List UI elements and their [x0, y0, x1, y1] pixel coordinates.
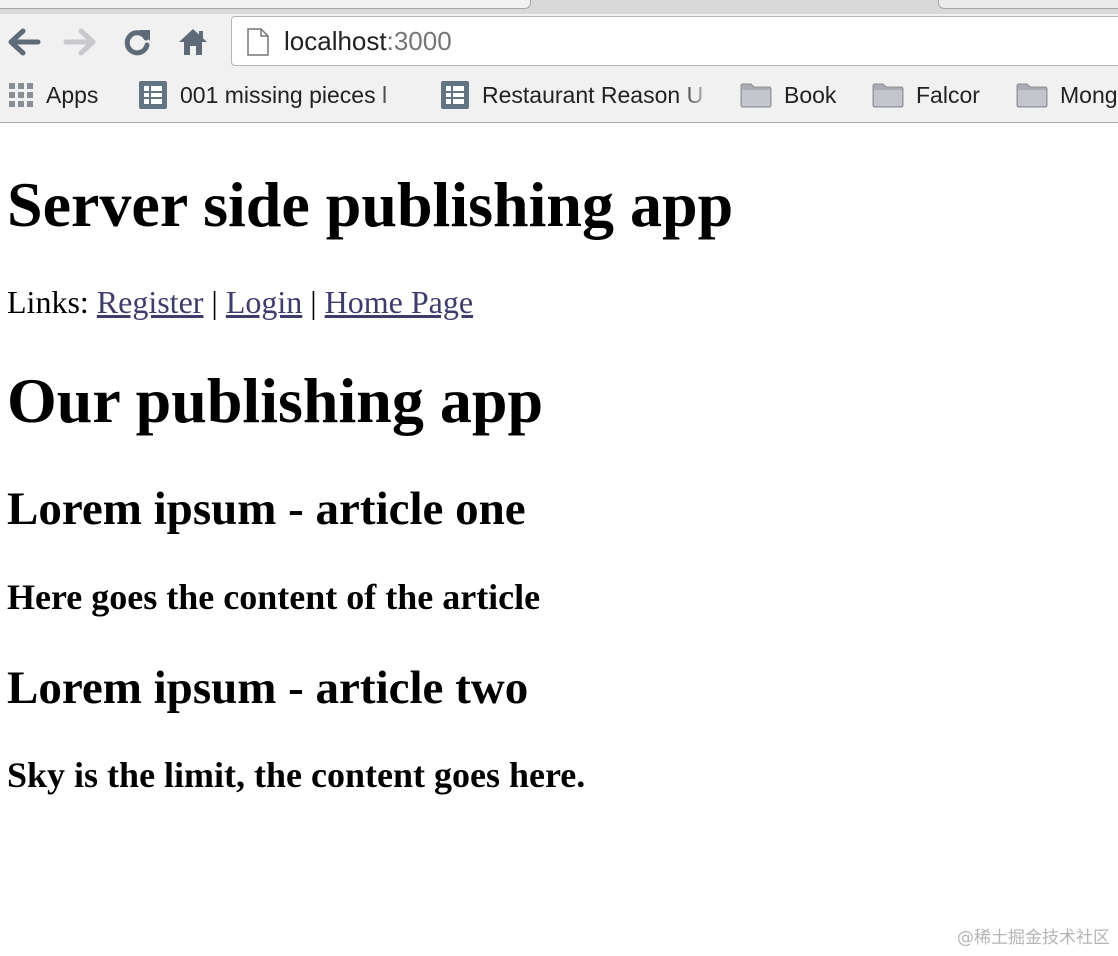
- back-button[interactable]: [6, 24, 42, 60]
- register-link[interactable]: Register: [97, 284, 204, 320]
- folder-icon: [740, 83, 772, 108]
- folder-icon: [872, 83, 904, 108]
- bookmark-label: Mong: [1060, 82, 1118, 108]
- address-bar[interactable]: localhost:3000: [231, 16, 1118, 66]
- bookmark-label: Book: [784, 82, 837, 108]
- spreadsheet-icon: [139, 81, 167, 109]
- url-port: :3000: [386, 26, 452, 56]
- home-icon: [179, 29, 207, 55]
- section-heading: Our publishing app: [7, 365, 544, 436]
- bookmark-label: Apps: [46, 82, 99, 108]
- article-title: Lorem ipsum - article two: [7, 662, 529, 714]
- folder-icon: [1016, 83, 1048, 108]
- reload-button[interactable]: [119, 24, 155, 60]
- tab-strip: [0, 0, 1118, 14]
- article-content: Sky is the limit, the content goes here.: [7, 755, 586, 795]
- bookmark-folder-book[interactable]: Book: [740, 80, 836, 110]
- spreadsheet-icon: [441, 81, 469, 109]
- bookmark-001-missing-pieces[interactable]: 001 missing pieces l: [138, 80, 412, 110]
- back-arrow-icon: [8, 28, 41, 56]
- browser-toolbar: localhost:3000: [0, 14, 1118, 70]
- apps-grid-icon: [9, 83, 33, 107]
- bookmark-restaurant-reason[interactable]: Restaurant Reason U: [440, 80, 714, 110]
- article-title: Lorem ipsum - article one: [7, 483, 526, 535]
- bookmarks-bar: Apps 001 missing pieces l Restaurant Rea…: [0, 70, 1118, 123]
- login-link[interactable]: Login: [226, 284, 302, 320]
- home-page-link[interactable]: Home Page: [325, 284, 473, 320]
- bookmark-folder-mong[interactable]: Mong: [1016, 80, 1118, 110]
- article-content: Here goes the content of the article: [7, 577, 541, 617]
- forward-arrow-icon: [63, 28, 96, 56]
- bookmark-label: Restaurant Reason U: [482, 82, 704, 108]
- page-title: Server side publishing app: [7, 169, 734, 240]
- reload-icon: [124, 30, 150, 56]
- watermark: @稀土掘金技术社区: [957, 928, 1110, 948]
- inactive-tab[interactable]: [938, 0, 1118, 9]
- page-icon: [247, 28, 269, 56]
- links-prefix: Links:: [7, 284, 97, 320]
- bookmark-apps[interactable]: Apps: [8, 80, 98, 110]
- bookmark-label: Falcor: [916, 82, 980, 108]
- link-separator: |: [203, 284, 226, 320]
- forward-button[interactable]: [62, 24, 98, 60]
- bookmark-folder-falcor[interactable]: Falcor: [872, 80, 980, 110]
- active-tab[interactable]: [0, 0, 531, 9]
- link-separator: |: [302, 284, 325, 320]
- bookmark-label: 001 missing pieces l: [180, 82, 388, 108]
- url-host: localhost: [284, 26, 387, 56]
- url-text: localhost:3000: [284, 26, 452, 56]
- home-button[interactable]: [175, 24, 211, 60]
- links-nav: Links: Register | Login | Home Page: [7, 282, 473, 322]
